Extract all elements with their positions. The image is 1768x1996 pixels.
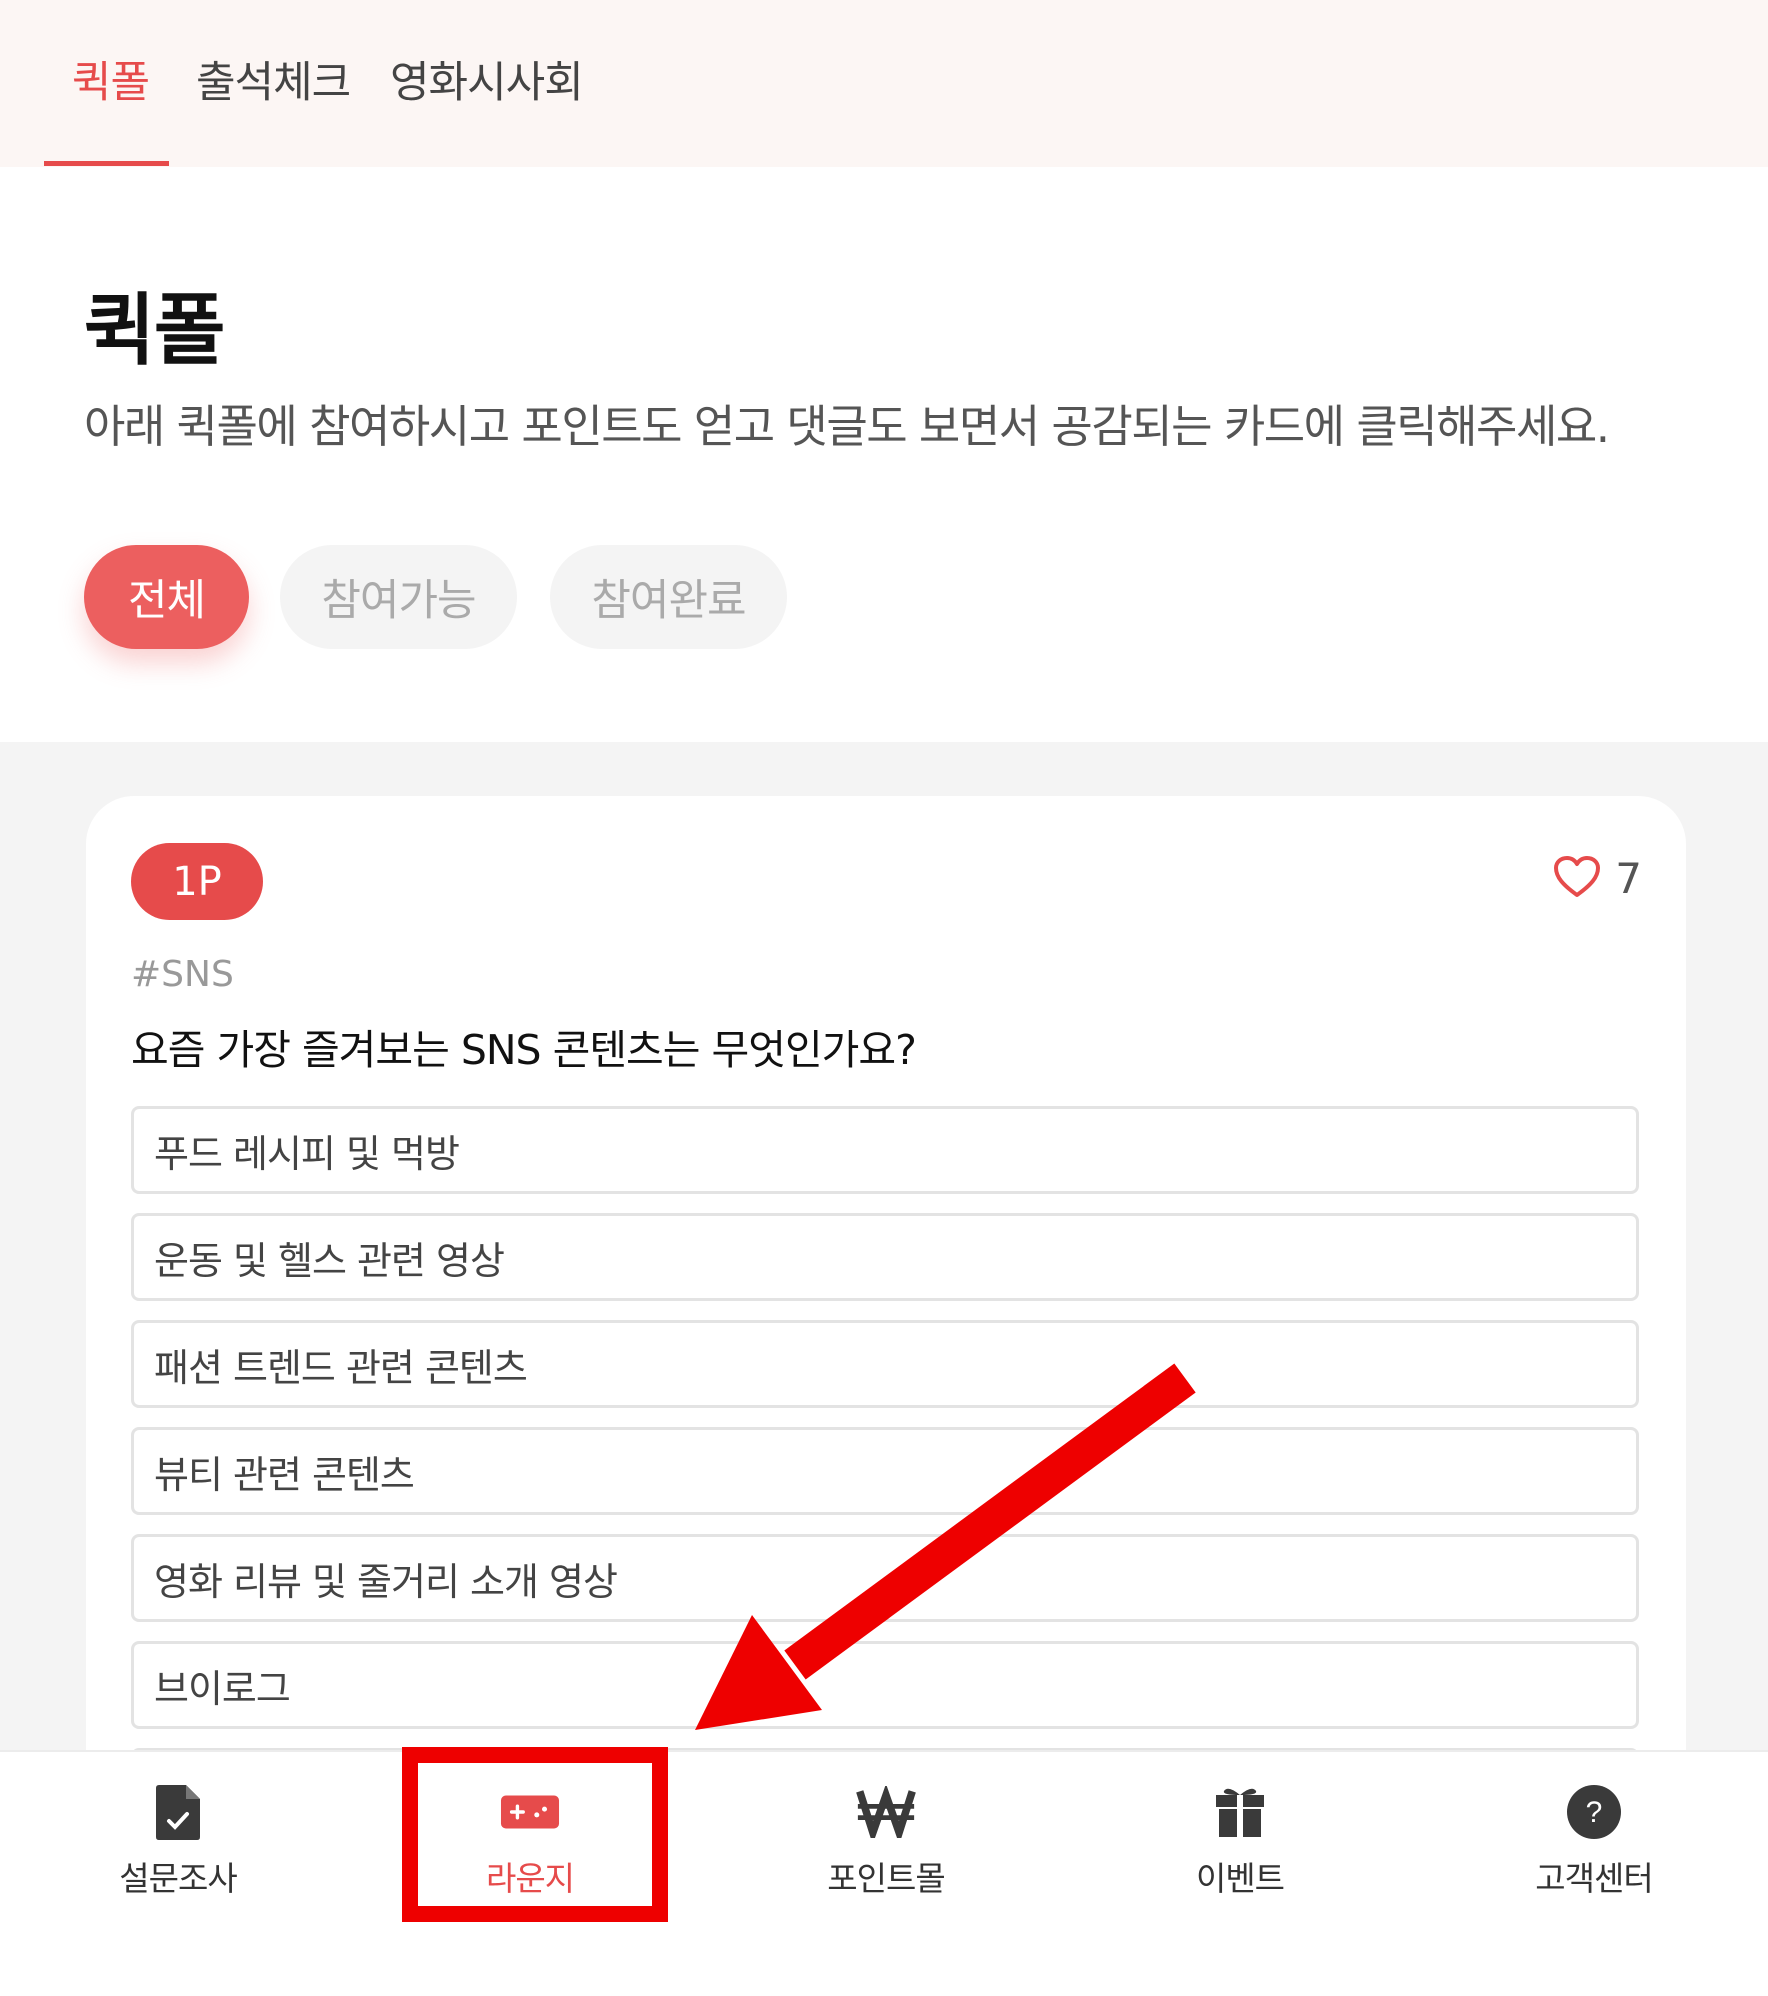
page-description: 아래 퀵폴에 참여하시고 포인트도 얻고 댓글도 보면서 공감되는 카드에 클릭… — [84, 400, 1610, 453]
won-currency-icon — [856, 1782, 916, 1842]
help-question-icon: ? — [1564, 1782, 1624, 1842]
gift-icon — [1210, 1782, 1270, 1842]
nav-point-mall[interactable]: 포인트몰 — [796, 1752, 976, 1924]
nav-event-label: 이벤트 — [1195, 1859, 1285, 1898]
tab-movie-preview[interactable]: 영화시사회 — [390, 48, 584, 110]
poll-option[interactable]: 영화 리뷰 및 줄거리 소개 영상 — [131, 1534, 1639, 1622]
survey-document-icon — [148, 1782, 208, 1842]
poll-option[interactable]: 뷰티 관련 콘텐츠 — [131, 1427, 1639, 1515]
page-title: 퀵폴 — [84, 286, 226, 376]
top-tab-bar: 퀵폴 출석체크 영화시사회 — [0, 0, 1768, 167]
poll-option[interactable]: 운동 및 헬스 관련 영상 — [131, 1213, 1639, 1301]
nav-customer-center-label: 고객센터 — [1535, 1859, 1653, 1898]
poll-option[interactable]: 패션 트렌드 관련 콘텐츠 — [131, 1320, 1639, 1408]
poll-tag: #SNS — [131, 954, 234, 995]
bottom-navigation: 설문조사 라운지 포인트몰 이벤트 ? 고객센터 — [0, 1750, 1768, 1922]
filter-completed[interactable]: 참여완료 — [550, 545, 787, 649]
nav-point-mall-label: 포인트몰 — [827, 1859, 945, 1898]
like-counter[interactable]: 7 — [1553, 854, 1642, 903]
heart-icon[interactable] — [1553, 855, 1601, 903]
nav-customer-center[interactable]: ? 고객센터 — [1504, 1752, 1684, 1924]
highlight-box-annotation — [402, 1747, 668, 1922]
like-count: 7 — [1615, 854, 1642, 903]
filter-available[interactable]: 참여가능 — [280, 545, 517, 649]
poll-option[interactable]: 브이로그 — [131, 1641, 1639, 1729]
nav-event[interactable]: 이벤트 — [1150, 1752, 1330, 1924]
active-tab-indicator — [44, 161, 169, 166]
poll-option[interactable]: 푸드 레시피 및 먹방 — [131, 1106, 1639, 1194]
poll-question: 요즘 가장 즐겨보는 SNS 콘텐츠는 무엇인가요? — [131, 1026, 917, 1074]
nav-survey[interactable]: 설문조사 — [88, 1752, 268, 1924]
point-badge: 1P — [131, 843, 263, 920]
svg-text:?: ? — [1586, 1796, 1603, 1829]
tab-quick-poll[interactable]: 퀵폴 — [72, 48, 150, 110]
nav-survey-label: 설문조사 — [119, 1859, 237, 1898]
tab-attendance-check[interactable]: 출석체크 — [196, 48, 351, 110]
filter-all[interactable]: 전체 — [84, 545, 249, 649]
